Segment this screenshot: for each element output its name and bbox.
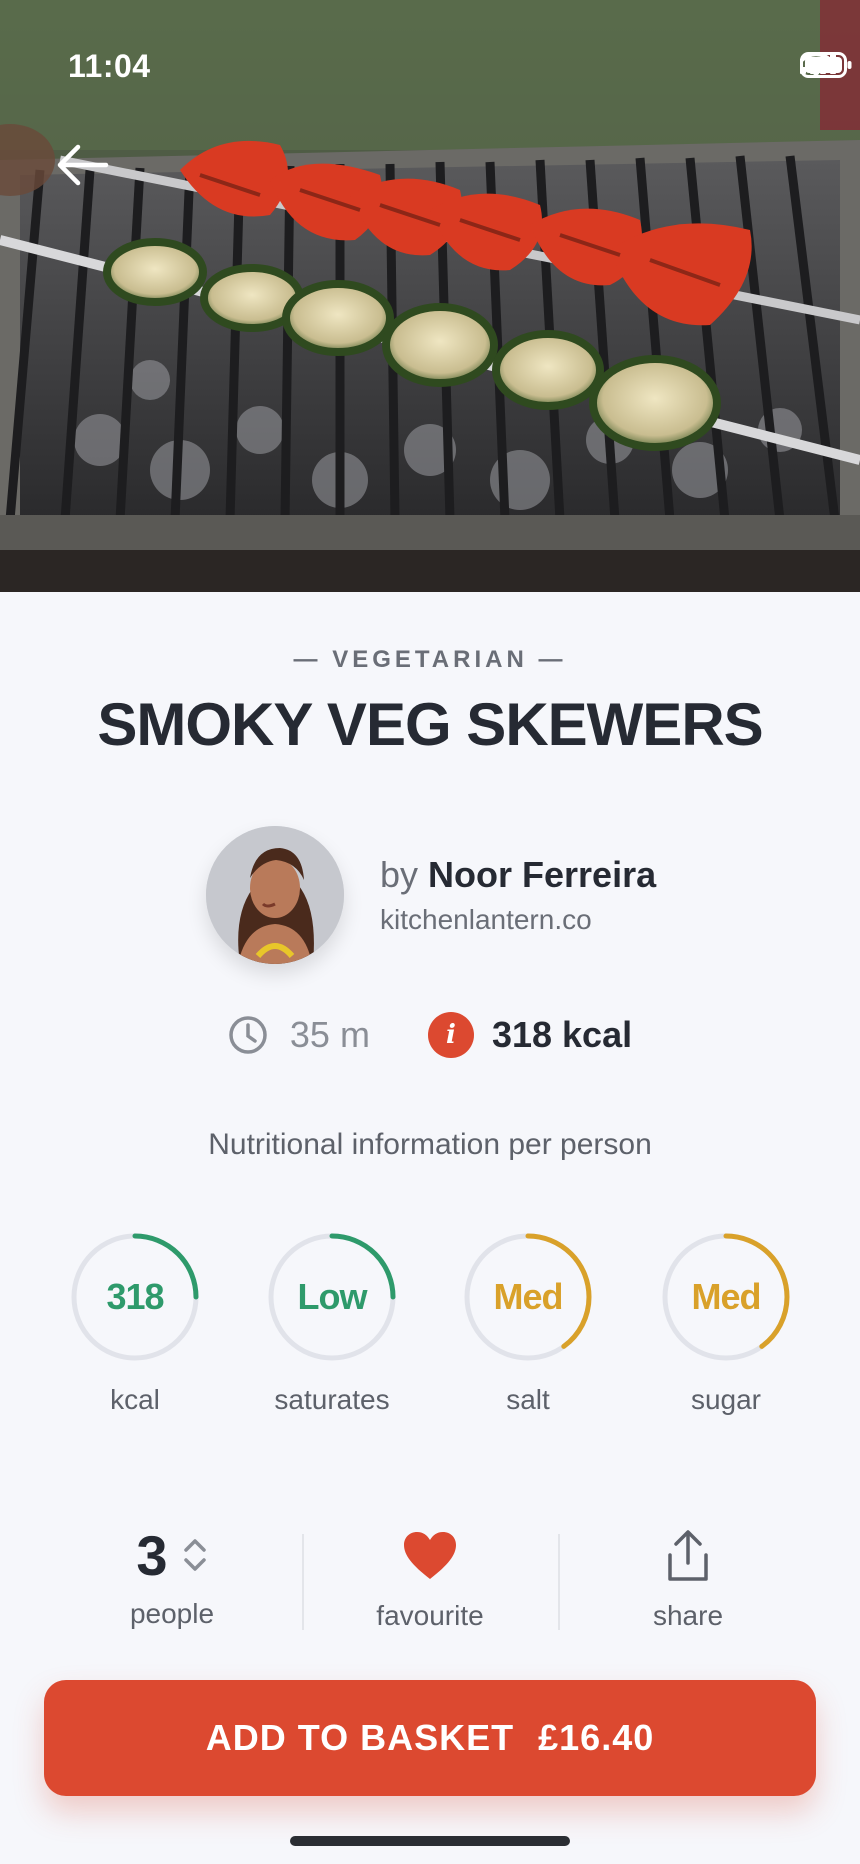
nutrition-label: sugar — [690, 1384, 762, 1415]
share-button[interactable]: share — [618, 1520, 758, 1632]
favourite-button[interactable]: favourite — [360, 1520, 500, 1632]
author-line: by Noor Ferreira — [380, 854, 656, 896]
calories-value: 318 kcal — [491, 1014, 633, 1055]
nutrition-ring: Med — [661, 1232, 791, 1362]
basket-label: ADD TO BASKET — [205, 1717, 515, 1758]
nutrition-kcal: 318 kcal — [50, 1232, 220, 1416]
nutrition-sugar: Med sugar — [641, 1232, 811, 1416]
nutrition-ring: Med — [463, 1232, 593, 1362]
people-count: 3 — [136, 1523, 168, 1587]
action-bar: 3 people favourite share — [0, 1520, 860, 1650]
nutrition-salt: Med salt — [443, 1232, 613, 1416]
status-bar: 11:04 — [0, 0, 860, 120]
favourite-label: favourite — [376, 1600, 484, 1631]
nutrition-rings: 318 kcal Low saturates Med salt Med suga… — [0, 1232, 860, 1432]
divider — [302, 1534, 304, 1630]
basket-price: £16.40 — [538, 1717, 655, 1758]
recipe-title: SMOKY VEG SKEWERS — [97, 691, 763, 758]
calories: i 318 kcal — [427, 1012, 633, 1058]
nutrition-heading: Nutritional information per person — [208, 1128, 652, 1161]
cook-time: 35 m — [228, 1014, 370, 1056]
heart-icon — [404, 1532, 456, 1579]
divider — [558, 1534, 560, 1630]
nutrition-label: salt — [506, 1384, 550, 1415]
share-label: share — [652, 1600, 724, 1631]
share-icon — [668, 1530, 708, 1581]
author-website[interactable]: kitchenlantern.co — [380, 904, 656, 936]
nutrition-label: saturates — [274, 1384, 390, 1415]
nutrition-saturates: Low saturates — [247, 1232, 417, 1416]
author-photo — [206, 826, 344, 964]
recipe-meta: 35 m i 318 kcal — [0, 1012, 860, 1058]
nutrition-value: Med — [691, 1276, 762, 1317]
battery-icon — [800, 52, 852, 78]
home-indicator[interactable] — [290, 1836, 570, 1846]
author-block[interactable]: by Noor Ferreira kitchenlantern.co — [206, 826, 656, 964]
nutrition-label: kcal — [110, 1384, 160, 1415]
recipe-category: — VEGETARIAN — — [293, 646, 567, 673]
people-label: people — [129, 1598, 215, 1629]
nutrition-value: Low — [297, 1276, 368, 1317]
status-time: 11:04 — [68, 48, 151, 84]
nutrition-ring: 318 — [70, 1232, 200, 1362]
arrow-left-icon — [57, 144, 109, 186]
add-to-basket-button[interactable]: ADD TO BASKET £16.40 — [44, 1680, 816, 1796]
nutrition-value: 318 — [106, 1276, 164, 1317]
author-prefix: by — [380, 854, 429, 895]
chevron-up-down-icon[interactable] — [182, 1535, 208, 1575]
nutrition-ring: Low — [267, 1232, 397, 1362]
back-button[interactable] — [52, 140, 112, 190]
author-name[interactable]: Noor Ferreira — [428, 854, 656, 895]
clock-icon — [229, 1016, 267, 1054]
avatar[interactable] — [206, 826, 344, 964]
people-stepper[interactable]: 3 people — [112, 1520, 232, 1630]
nutrition-value: Med — [493, 1276, 564, 1317]
info-icon[interactable]: i — [427, 1012, 474, 1058]
hero-image: 11:04 — [0, 0, 860, 592]
cook-time-value: 35 m — [289, 1014, 370, 1055]
